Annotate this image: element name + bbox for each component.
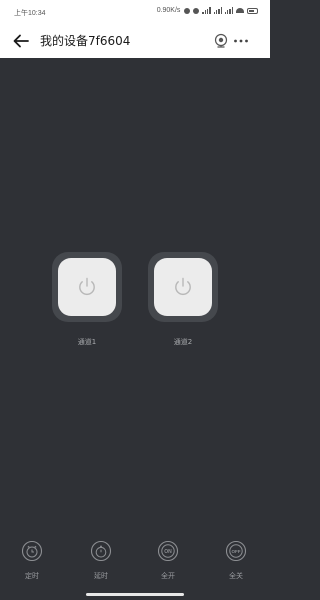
- dnd-icon: [184, 7, 191, 14]
- timer-button[interactable]: 定时: [8, 540, 58, 596]
- sync-icon: [193, 7, 200, 14]
- all-off-label: 全关: [229, 572, 243, 580]
- app-header: 我的设备7f6604: [0, 24, 270, 58]
- all-off-badge: OFF: [232, 549, 241, 554]
- channel-2-button-face: [154, 258, 212, 316]
- power-icon: [175, 277, 191, 296]
- channel-1-button-face: [58, 258, 116, 316]
- all-on-label: 全开: [161, 572, 175, 580]
- channel-1-switch[interactable]: [52, 252, 122, 322]
- timer-label: 定时: [25, 572, 39, 580]
- delay-label: 延时: [94, 572, 108, 580]
- device-panel: [0, 58, 270, 600]
- all-off-icon: OFF: [225, 540, 247, 562]
- signal-icon: [202, 7, 211, 14]
- stopwatch-icon: [90, 540, 112, 562]
- signal-2-icon: [213, 7, 222, 14]
- more-button[interactable]: [232, 32, 250, 50]
- battery-icon: [247, 7, 258, 14]
- channel-2-label: 通道2: [173, 338, 193, 346]
- status-time: 上午10:34: [14, 10, 46, 17]
- status-bar: 上午10:34 0.90K/s: [0, 0, 270, 24]
- back-button[interactable]: [10, 30, 34, 52]
- alarm-clock-icon: [21, 540, 43, 562]
- all-on-button[interactable]: ON 全开: [144, 540, 194, 596]
- all-on-badge: ON: [164, 549, 172, 555]
- signal-3-icon: [224, 7, 233, 14]
- home-indicator[interactable]: [86, 593, 184, 596]
- power-icon: [79, 277, 95, 296]
- camera-icon: [214, 33, 228, 48]
- arrow-left-icon: [13, 34, 29, 48]
- network-speed: 0.90K/s: [156, 7, 181, 14]
- channel-2-switch[interactable]: [148, 252, 218, 322]
- wifi-icon: [236, 8, 244, 13]
- all-off-button[interactable]: OFF 全关: [212, 540, 262, 596]
- delay-button[interactable]: 延时: [77, 540, 127, 596]
- camera-button[interactable]: [212, 32, 230, 50]
- channel-1-label: 通道1: [77, 338, 97, 346]
- all-on-icon: ON: [157, 540, 179, 562]
- more-dots-icon: [234, 39, 248, 43]
- page-title: 我的设备7f6604: [40, 34, 131, 48]
- status-icons: 0.90K/s: [157, 7, 258, 14]
